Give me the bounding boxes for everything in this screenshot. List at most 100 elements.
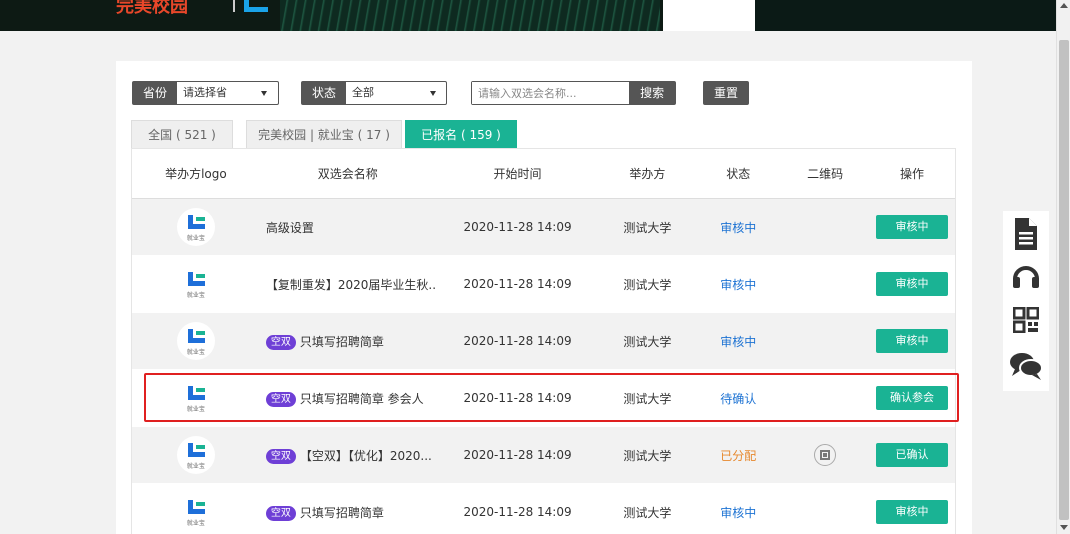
action-cell: 审核中 [869, 215, 955, 239]
table-row: 就业宝 高级设置 2020-11-28 14:09 测试大学 审核中 审核中 [132, 199, 955, 256]
host-logo: 就业宝 [176, 208, 215, 246]
action-button[interactable]: 审核中 [876, 272, 949, 296]
host-logo: 就业宝 [176, 436, 215, 474]
action-cell: 审核中 [869, 500, 955, 524]
province-label: 省份 [133, 82, 178, 104]
host-logo: 就业宝 [176, 322, 215, 360]
banner-background-right [755, 0, 1056, 31]
tab-national[interactable]: 全国 ( 521 ) [131, 120, 233, 148]
host-name: 测试大学 [623, 220, 672, 235]
host-logo-cell: 就业宝 [132, 436, 260, 474]
action-button[interactable]: 审核中 [876, 500, 949, 524]
start-time: 2020-11-28 14:09 [463, 220, 572, 234]
fair-name-cell: 高级设置 [260, 219, 436, 236]
action-button[interactable]: 审核中 [876, 215, 949, 239]
floating-toolbar [1003, 211, 1049, 391]
status-value: 全部 [352, 86, 375, 99]
province-select[interactable]: 请选择省 [177, 82, 273, 104]
host-name: 测试大学 [623, 505, 672, 520]
start-time: 2020-11-28 14:09 [463, 505, 572, 519]
logo-divider [233, 0, 235, 12]
status-text: 审核中 [720, 505, 757, 520]
host-name: 测试大学 [623, 448, 672, 463]
headset-icon[interactable] [1003, 257, 1049, 295]
action-button[interactable]: 已确认 [876, 443, 949, 467]
fair-name: 【复制重发】2020届毕业生秋... [265, 277, 436, 292]
action-cell: 审核中 [869, 272, 955, 296]
host-logo-cell: 就业宝 [132, 322, 260, 360]
scroll-up-icon[interactable] [1060, 3, 1068, 8]
document-icon[interactable] [1003, 215, 1049, 253]
status-label: 状态 [302, 82, 347, 104]
search-input[interactable] [472, 82, 630, 104]
action-cell: 已确认 [869, 443, 955, 467]
action-cell: 确认参会 [869, 386, 955, 410]
search-button[interactable]: 搜索 [629, 82, 675, 104]
qrcode-icon[interactable] [1003, 301, 1049, 339]
table-header: 举办方logo 双选会名称 开始时间 举办方 状态 二维码 操作 [132, 149, 955, 199]
banner-white-block [663, 0, 755, 31]
start-time: 2020-11-28 14:09 [463, 391, 572, 405]
tab-label: 完美校园 | 就业宝 ( 17 ) [258, 128, 390, 142]
status-filter[interactable]: 状态 全部 [301, 81, 447, 105]
scroll-down-icon[interactable] [1060, 525, 1068, 530]
main-panel: 省份 请选择省 状态 全部 搜索 重置 全国 ( 521 ) 完美校园 | 就业… [116, 61, 972, 534]
table-row: 就业宝 空双 【空双】【优化】2020... 2020-11-28 14:09 测… [132, 427, 955, 484]
province-filter[interactable]: 省份 请选择省 [132, 81, 279, 105]
logo-caption: 就业宝 [186, 349, 205, 356]
header-qrcode: 二维码 [807, 167, 844, 181]
brand-logo: 完美校园 [116, 0, 188, 14]
action-button[interactable]: 确认参会 [876, 386, 949, 410]
tab-registered[interactable]: 已报名 ( 159 ) [405, 120, 517, 153]
host-name: 测试大学 [623, 334, 672, 349]
start-time: 2020-11-28 14:09 [463, 448, 572, 462]
fair-name-cell: 空双 只填写招聘简章 参会人 [260, 390, 436, 407]
status-text: 审核中 [720, 277, 757, 292]
page-scrollbar[interactable] [1056, 0, 1070, 534]
header-status: 状态 [726, 167, 751, 181]
header-start-time: 开始时间 [493, 167, 542, 181]
table-row: 就业宝 空双 只填写招聘简章 2020-11-28 14:09 测试大学 审核中 … [132, 484, 955, 534]
chat-icon[interactable] [1003, 347, 1049, 385]
status-select[interactable]: 全部 [346, 82, 442, 104]
fair-name: 【空双】【优化】2020... [299, 448, 432, 463]
fair-name-cell: 空双 【空双】【优化】2020... [260, 447, 436, 464]
table-row: 就业宝 【复制重发】2020届毕业生秋... 2020-11-28 14:09 … [132, 256, 955, 313]
fair-type-tag: 空双 [265, 391, 296, 407]
fair-name: 高级设置 [265, 220, 314, 235]
tab-bar: 全国 ( 521 ) 完美校园 | 就业宝 ( 17 ) 已报名 ( 159 ) [131, 120, 956, 153]
province-value: 请选择省 [183, 86, 228, 99]
fair-table: 举办方logo 双选会名称 开始时间 举办方 状态 二维码 操作 就业宝 高级设… [131, 148, 956, 534]
status-text: 审核中 [720, 334, 757, 349]
fair-name: 只填写招聘简章 [299, 505, 384, 520]
scrollbar-thumb[interactable] [1059, 40, 1069, 520]
status-text: 审核中 [720, 220, 757, 235]
host-logo: 就业宝 [176, 265, 215, 303]
header-actions: 操作 [900, 167, 925, 181]
fair-name: 只填写招聘简章 参会人 [299, 391, 424, 406]
qrcode-cell [781, 444, 869, 466]
banner-background [280, 0, 660, 31]
header-host: 举办方 [629, 167, 666, 181]
logo-caption: 就业宝 [186, 463, 205, 470]
host-name: 测试大学 [623, 391, 672, 406]
top-banner: 完美校园 [0, 0, 1056, 31]
header-logo: 举办方logo [165, 167, 227, 181]
search-box: 搜索 [471, 81, 676, 105]
reset-button[interactable]: 重置 [703, 81, 749, 105]
action-cell: 审核中 [869, 329, 955, 353]
host-name: 测试大学 [623, 277, 672, 292]
chevron-down-icon [430, 91, 437, 96]
status-text: 待确认 [720, 391, 757, 406]
fair-type-tag: 空双 [265, 334, 296, 350]
qrcode-icon[interactable] [814, 444, 837, 466]
action-button[interactable]: 审核中 [876, 329, 949, 353]
chevron-down-icon [261, 91, 268, 96]
start-time: 2020-11-28 14:09 [463, 334, 572, 348]
fair-name-cell: 空双 只填写招聘简章 [260, 504, 436, 521]
tab-perfect-campus[interactable]: 完美校园 | 就业宝 ( 17 ) [246, 120, 402, 148]
logo-caption: 就业宝 [186, 292, 205, 299]
fair-type-tag: 空双 [265, 505, 296, 521]
fair-name: 只填写招聘简章 [299, 334, 384, 349]
host-logo-cell: 就业宝 [132, 208, 260, 246]
